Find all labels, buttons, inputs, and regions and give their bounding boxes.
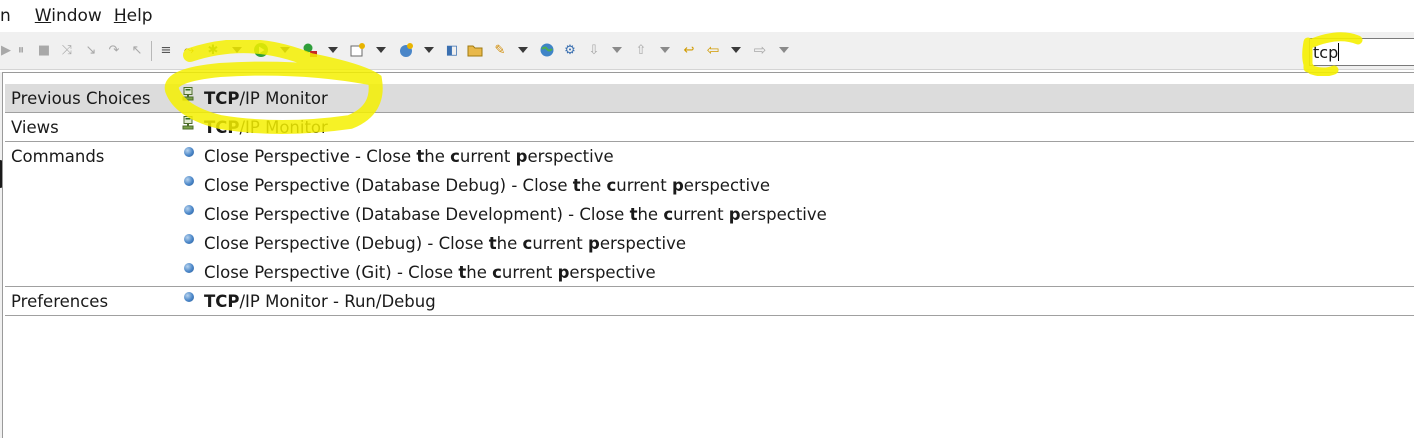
match-highlight: TCP xyxy=(204,89,240,108)
step-over-icon[interactable]: ↷ xyxy=(106,42,122,58)
disconnect-icon[interactable]: ⤨ xyxy=(59,42,75,58)
menubar: n Window Help xyxy=(0,0,1414,32)
list-item-view[interactable]: Views TCP/IP Monitor xyxy=(5,113,1414,142)
menu-item-window[interactable]: Window xyxy=(21,6,112,26)
command-bullet-icon xyxy=(182,202,196,216)
menu-mnemonic-w: W xyxy=(34,6,52,26)
debug-icon[interactable]: ✱ xyxy=(205,42,221,58)
run-external-tool-icon[interactable] xyxy=(302,42,318,58)
new-wizard-dropdown-icon[interactable] xyxy=(376,47,386,53)
forward-dropdown-icon[interactable] xyxy=(779,47,789,53)
next-annotation-dropdown-icon[interactable] xyxy=(612,47,622,53)
forward-icon[interactable]: ⇨ xyxy=(752,42,768,58)
previous-annotation-icon[interactable]: ⇧ xyxy=(633,42,649,58)
item-label: Close Perspective - Close the current pe… xyxy=(204,147,614,166)
external-tools-dropdown-icon[interactable] xyxy=(328,47,338,53)
back-icon[interactable]: ⇦ xyxy=(705,42,721,58)
item-label-rest: /IP Monitor xyxy=(239,89,328,108)
menu-item-window-rest: indow xyxy=(51,6,102,26)
run-dropdown-icon[interactable] xyxy=(280,47,290,53)
list-item-command[interactable]: Close Perspective (Git) - Close the curr… xyxy=(5,258,1414,287)
command-bullet-icon xyxy=(182,173,196,187)
match-highlight: TCP xyxy=(204,118,240,137)
resume-icon[interactable]: ▶ xyxy=(0,42,14,58)
toolbar-separator xyxy=(151,41,152,61)
step-return-icon[interactable]: ↖ xyxy=(129,42,145,58)
item-label: TCP/IP Monitor - Run/Debug xyxy=(204,292,436,311)
search-dropdown-icon[interactable] xyxy=(518,47,528,53)
command-bullet-icon xyxy=(182,144,196,158)
command-bullet-icon xyxy=(182,289,196,303)
group-divider xyxy=(5,315,1414,316)
category-label: Previous Choices xyxy=(11,89,151,108)
category-label: Preferences xyxy=(11,292,109,311)
debug-dropdown-icon[interactable] xyxy=(232,47,242,53)
menu-item-help[interactable]: Help xyxy=(112,6,163,26)
next-annotation-icon[interactable]: ⇩ xyxy=(586,42,602,58)
tcp-ip-monitor-icon xyxy=(182,115,196,130)
list-item-command[interactable]: Commands Close Perspective - Close the c… xyxy=(5,142,1414,171)
open-web-browser-icon[interactable] xyxy=(539,42,555,58)
command-bullet-icon xyxy=(182,231,196,245)
last-edit-location-icon[interactable]: ↩ xyxy=(681,42,697,58)
item-label: TCP/IP Monitor xyxy=(204,118,328,137)
menu-item-help-rest: elp xyxy=(126,6,153,26)
new-wizard-icon[interactable] xyxy=(350,42,366,58)
tcp-ip-monitor-icon xyxy=(182,86,196,101)
item-label: Close Perspective (Database Debug) - Clo… xyxy=(204,176,770,195)
new-server-icon[interactable] xyxy=(398,42,414,58)
command-bullet-icon xyxy=(182,260,196,274)
text-caret xyxy=(1338,43,1340,61)
new-server-dropdown-icon[interactable] xyxy=(424,47,434,53)
open-task-icon[interactable] xyxy=(467,42,483,58)
list-item-command[interactable]: Close Perspective (Debug) - Close the cu… xyxy=(5,229,1414,258)
menu-mnemonic-h: H xyxy=(113,6,127,26)
item-label: Close Perspective (Debug) - Close the cu… xyxy=(204,234,687,253)
step-into-icon[interactable]: ↘ xyxy=(83,42,99,58)
quick-access-input[interactable]: tcp xyxy=(1309,38,1414,66)
list-item-preference[interactable]: Preferences TCP/IP Monitor - Run/Debug xyxy=(5,287,1414,316)
previous-annotation-dropdown-icon[interactable] xyxy=(660,47,670,53)
web-service-icon[interactable]: ⚙ xyxy=(562,42,578,58)
word-wrap-icon[interactable]: ≡ xyxy=(158,42,174,58)
category-label: Views xyxy=(11,118,59,137)
match-highlight: TCP xyxy=(204,292,240,311)
quick-access-value: tcp xyxy=(1313,43,1339,62)
item-label: TCP/IP Monitor xyxy=(204,89,328,108)
open-type-icon[interactable]: ◧ xyxy=(444,42,460,58)
run-icon[interactable] xyxy=(253,42,269,58)
back-dropdown-icon[interactable] xyxy=(731,47,741,53)
suspend-icon[interactable]: ⏸ xyxy=(13,42,29,58)
item-label-rest: /IP Monitor xyxy=(239,118,328,137)
item-label: Close Perspective (Git) - Close the curr… xyxy=(204,263,656,282)
skip-breakpoints-icon[interactable]: ⤳ xyxy=(181,42,197,58)
list-item-command[interactable]: Close Perspective (Database Development)… xyxy=(5,200,1414,229)
terminate-icon[interactable]: ■ xyxy=(36,42,52,58)
list-item-previous-choice[interactable]: Previous Choices TCP/IP Monitor xyxy=(5,84,1414,113)
menu-item-run[interactable]: n xyxy=(0,6,21,26)
category-label: Commands xyxy=(11,147,105,166)
list-item-command[interactable]: Close Perspective (Database Debug) - Clo… xyxy=(5,171,1414,200)
search-icon[interactable]: ✎ xyxy=(492,42,508,58)
item-label-rest: /IP Monitor - Run/Debug xyxy=(239,292,436,311)
item-label: Close Perspective (Database Development)… xyxy=(204,205,827,224)
main-toolbar: ▶ ⏸ ■ ⤨ ↘ ↷ ↖ ≡ ⤳ ✱ ◧ ✎ ⚙ ⇩ ⇧ ↩ ⇦ ⇨ xyxy=(0,32,1414,70)
